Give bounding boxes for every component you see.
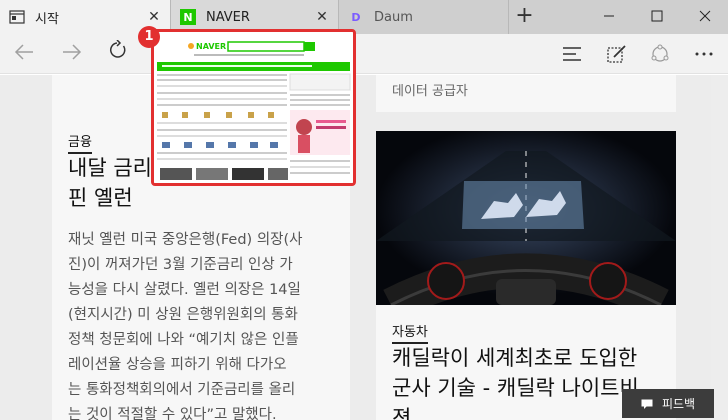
summary-line: 는 것이 적절할 수 있다”고 말했다. <box>68 407 277 420</box>
minimize-icon <box>604 15 614 17</box>
page-scrollbar[interactable] <box>711 75 728 420</box>
share-button[interactable] <box>640 34 680 74</box>
summary-line: 정책 청문회에 나와 “예기치 않은 인플 <box>68 332 299 348</box>
summary-line: (현지시간) 미 상원 은행위원회의 통화 <box>68 307 298 323</box>
article-summary: 재닛 옐런 미국 중앙은행(Fed) 의장(사 진)이 꺼져가던 3월 기준금리… <box>68 228 358 420</box>
minimize-button[interactable] <box>586 0 632 34</box>
refresh-icon <box>109 39 126 58</box>
forward-arrow-icon <box>63 44 82 60</box>
more-button[interactable] <box>684 34 724 74</box>
summary-line: 레이션율 상승을 피하기 위해 다가오 <box>68 357 287 373</box>
start-page-icon <box>9 9 25 25</box>
forward-button[interactable] <box>52 34 92 74</box>
navigation-bar <box>0 34 728 74</box>
tab-daum[interactable]: D Daum <box>338 0 508 34</box>
start-page-content: 금융 내달 금리 핀 옐런 재닛 옐런 미국 중앙은행(Fed) 의장(사 진)… <box>0 75 728 420</box>
back-button[interactable] <box>4 34 44 74</box>
article-category: 금융 <box>68 131 92 154</box>
headline-line: 캐딜락이 세계최초로 도입한 <box>392 346 638 370</box>
summary-line: 는 통화정책회의에서 기준금리를 올리 <box>68 382 296 398</box>
feedback-icon <box>641 399 653 409</box>
naver-page-thumbnail: NAVER <box>154 32 353 183</box>
article-image <box>376 131 676 305</box>
step-badge: 1 <box>138 26 160 48</box>
tab-close-icon[interactable]: ✕ <box>314 9 330 25</box>
news-card-auto[interactable]: 자동차 캐딜락이 세계최초로 도입한 군사 기술 - 캐딜락 나이트비 젼 <box>376 131 676 420</box>
new-tab-button[interactable]: + <box>508 0 540 34</box>
tab-close-icon[interactable]: ✕ <box>146 9 162 25</box>
daum-favicon: D <box>351 10 361 24</box>
summary-line: 능성을 다시 살렸다. 옐런 의장은 14일 <box>68 282 301 298</box>
maximize-icon <box>651 10 663 22</box>
web-note-button[interactable] <box>597 34 637 74</box>
web-note-icon <box>607 45 626 63</box>
close-button[interactable] <box>682 0 728 34</box>
naver-favicon: N <box>180 9 196 25</box>
article-category: 자동차 <box>392 321 428 344</box>
hub-button[interactable] <box>552 34 592 74</box>
naver-logo: NAVER <box>196 42 226 51</box>
back-arrow-icon <box>14 44 33 60</box>
refresh-button[interactable] <box>98 34 138 74</box>
hub-icon <box>563 47 581 61</box>
summary-line: 진)이 꺼져가던 3월 기준금리 인상 가 <box>68 257 293 273</box>
close-icon <box>699 10 711 22</box>
summary-line: 재닛 옐런 미국 중앙은행(Fed) 의장(사 <box>68 232 303 248</box>
data-provider-label: 데이터 공급자 <box>376 75 676 112</box>
feedback-label: 피드백 <box>661 397 696 411</box>
more-icon <box>695 52 713 56</box>
tab-label: NAVER <box>206 9 250 25</box>
share-icon <box>651 44 669 62</box>
maximize-button[interactable] <box>634 0 680 34</box>
tab-label: 시작 <box>35 11 59 27</box>
headline-line: 핀 옐런 <box>68 186 133 210</box>
tab-preview-naver[interactable]: NAVER <box>151 29 356 186</box>
feedback-button[interactable]: 피드백 <box>622 389 714 418</box>
tab-label: Daum <box>374 9 413 25</box>
title-bar: 시작 ✕ N NAVER ✕ D Daum + <box>0 0 728 34</box>
